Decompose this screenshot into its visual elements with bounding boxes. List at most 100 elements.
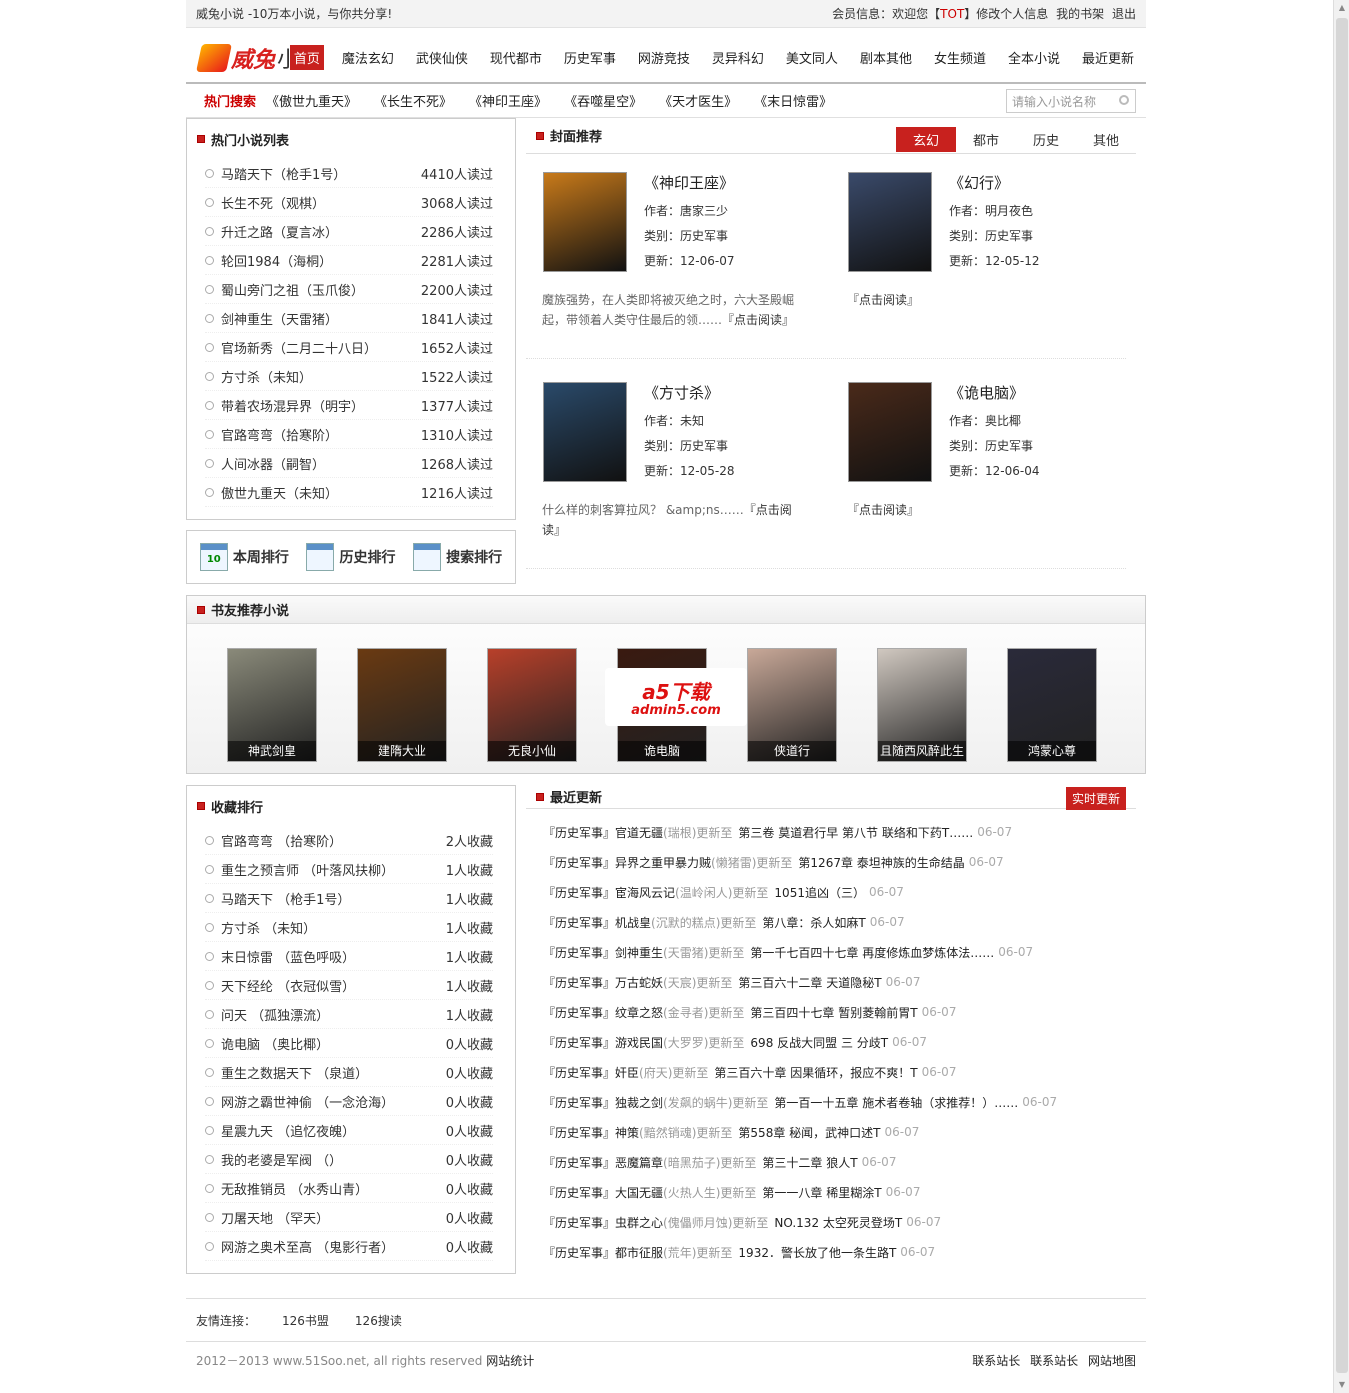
book-cover-image[interactable] [848,172,932,272]
book-title-link[interactable]: 长生不死（观棋） [205,193,325,212]
update-row[interactable]: 『历史军事』 奸臣 (府天) 更新至 第三百六十章 因果循环，报应不爽！T 06-07 [543,1057,1136,1087]
update-category[interactable]: 『历史军事』 [543,1214,615,1231]
list-item[interactable]: 方寸杀 （未知） 1人收藏 [205,913,493,942]
update-book-link[interactable]: 机战皇 [615,914,651,931]
nav-item[interactable]: 全本小说 [1004,45,1064,70]
list-item[interactable]: 无敌推销员 （水秀山青） 0人收藏 [205,1174,493,1203]
update-category[interactable]: 『历史军事』 [543,1064,615,1081]
book-title-link[interactable]: 刀屠天地 （罕天） [205,1208,329,1227]
book-title-link[interactable]: 《方寸杀》 [644,382,719,403]
list-item[interactable]: 星震九天 （追忆夜魄） 0人收藏 [205,1116,493,1145]
nav-item[interactable]: 灵异科幻 [708,45,768,70]
list-item[interactable]: 傲世九重天（未知） 1216人读过 [205,478,493,507]
update-book-link[interactable]: 剑神重生 [615,944,663,961]
update-chapter-link[interactable]: 第三百六十章 因果循环，报应不爽！T [714,1064,917,1081]
book-title-link[interactable]: 网游之霸世神偷 （一念沧海） [205,1092,394,1111]
book-title-link[interactable]: 马踏天下（枪手1号） [205,164,346,183]
book-title-link[interactable]: 剑神重生（天雷猪） [205,309,338,328]
list-item[interactable]: 我的老婆是军阀 （） 0人收藏 [205,1145,493,1174]
book-title-link[interactable]: 方寸杀（未知） [205,367,312,386]
update-book-link[interactable]: 都市征服 [615,1244,663,1261]
update-row[interactable]: 『历史军事』 纹章之怒 (金寻者) 更新至 第三百四十七章 暂别菱翰前胃T 06-07 [543,997,1136,1027]
list-item[interactable]: 天下经纶 （衣冠似雪） 1人收藏 [205,971,493,1000]
read-now-link[interactable]: 『点击阅读』 [847,293,919,307]
list-item[interactable]: 网游之奥术至高 （鬼影行者） 0人收藏 [205,1232,493,1261]
tab-dushi[interactable]: 都市 [956,127,1016,152]
update-row[interactable]: 『历史军事』 万古蛇妖 (天宸) 更新至 第三百六十二章 天道隐秘T 06-07 [543,967,1136,997]
nav-item[interactable]: 现代都市 [486,45,546,70]
hot-keyword[interactable]: 《天才医生》 [659,91,737,110]
nav-item[interactable]: 网游竞技 [634,45,694,70]
shelf-book[interactable]: 且随西风醉此生 [877,648,967,762]
update-row[interactable]: 『历史军事』 宦海风云记 (温岭闲人) 更新至 1051追凶（三） 06-07 [543,877,1136,907]
update-category[interactable]: 『历史军事』 [543,1124,615,1141]
nav-item-home[interactable]: 首页 [289,45,324,70]
footer-link[interactable]: 联系站长 [972,1354,1020,1368]
update-book-link[interactable]: 官道无疆 [615,824,663,841]
list-item[interactable]: 升迁之路（夏言冰） 2286人读过 [205,217,493,246]
update-row[interactable]: 『历史军事』 恶魔篇章 (暗黑茄子) 更新至 第三十二章 狼人T 06-07 [543,1147,1136,1177]
friend-link[interactable]: 126书盟 [282,1312,329,1329]
update-row[interactable]: 『历史军事』 官道无疆 (瑞根) 更新至 第三卷 莫道君行早 第八节 联络和下药T…… 0… [543,817,1136,847]
list-item[interactable]: 官路弯弯 （拾寒阶） 2人收藏 [205,826,493,855]
update-chapter-link[interactable]: 1932．警长放了他一条生路T [738,1244,896,1261]
update-category[interactable]: 『历史军事』 [543,1154,615,1171]
book-title-link[interactable]: 官路弯弯（拾寒阶） [205,425,338,444]
book-title-link[interactable]: 我的老婆是军阀 （） [205,1150,342,1169]
read-now-link[interactable]: 『点击阅读』 [722,313,794,327]
update-book-link[interactable]: 恶魔篇章 [615,1154,663,1171]
edit-profile-link[interactable]: 修改个人信息 [976,7,1048,21]
search-rank-button[interactable]: 搜索排行 [413,543,502,571]
book-title-link[interactable]: 星震九天 （追忆夜魄） [205,1121,355,1140]
update-chapter-link[interactable]: 第三百四十七章 暂别菱翰前胃T [750,1004,917,1021]
book-title-link[interactable]: 带着农场混异界（明宇） [205,396,364,415]
list-item[interactable]: 官路弯弯（拾寒阶） 1310人读过 [205,420,493,449]
update-chapter-link[interactable]: 第1267章 泰坦神族的生命结晶 [798,854,964,871]
list-item[interactable]: 诡电脑 （奥比椰） 0人收藏 [205,1029,493,1058]
book-title-link[interactable]: 末日惊雷 （蓝色呼吸） [205,947,355,966]
update-chapter-link[interactable]: 1051追凶（三） [774,884,865,901]
update-chapter-link[interactable]: 第三十二章 狼人T [762,1154,857,1171]
update-chapter-link[interactable]: 第八章：杀人如麻T [762,914,865,931]
update-row[interactable]: 『历史军事』 异界之重甲暴力贼 (懒猪雷) 更新至 第1267章 泰坦神族的生命结晶 06… [543,847,1136,877]
update-row[interactable]: 『历史军事』 机战皇 (沉默的糕点) 更新至 第八章：杀人如麻T 06-07 [543,907,1136,937]
stats-link[interactable]: 网站统计 [486,1354,534,1368]
shelf-book[interactable]: 建隋大业 [357,648,447,762]
book-title-link[interactable]: 人间冰器（嗣智） [205,454,325,473]
update-category[interactable]: 『历史军事』 [543,884,615,901]
book-title-link[interactable]: 无敌推销员 （水秀山青） [205,1179,368,1198]
list-item[interactable]: 网游之霸世神偷 （一念沧海） 0人收藏 [205,1087,493,1116]
book-title-link[interactable]: 诡电脑 （奥比椰） [205,1034,329,1053]
book-title-link[interactable]: 官路弯弯 （拾寒阶） [205,831,342,850]
book-title-link[interactable]: 网游之奥术至高 （鬼影行者） [205,1237,394,1256]
book-title-link[interactable]: 方寸杀 （未知） [205,918,316,937]
tab-xuanhuan[interactable]: 玄幻 [896,127,956,152]
book-title-link[interactable]: 轮回1984（海桐） [205,251,332,270]
nav-item[interactable]: 剧本其他 [856,45,916,70]
week-rank-button[interactable]: 10 本周排行 [199,543,289,571]
search-icon[interactable] [1119,95,1129,105]
update-category[interactable]: 『历史军事』 [543,824,615,841]
footer-link[interactable]: 联系站长 [1030,1354,1078,1368]
update-row[interactable]: 『历史军事』 独裁之剑 (发飙的蜗牛) 更新至 第一百一十五章 施术者卷轴（求推荐！）…… [543,1087,1136,1117]
update-category[interactable]: 『历史军事』 [543,854,615,871]
book-title-link[interactable]: 重生之数据天下 （泉道） [205,1063,368,1082]
book-title-link[interactable]: 傲世九重天（未知） [205,483,338,502]
update-book-link[interactable]: 大国无疆 [615,1184,663,1201]
update-category[interactable]: 『历史军事』 [543,1094,615,1111]
hot-keyword[interactable]: 《末日惊雷》 [754,91,832,110]
update-category[interactable]: 『历史军事』 [543,974,615,991]
update-book-link[interactable]: 独裁之剑 [615,1094,663,1111]
page-scrollbar[interactable]: ▲ ▼ [1333,0,1349,1393]
nav-item[interactable]: 女生频道 [930,45,990,70]
book-title-link[interactable]: 天下经纶 （衣冠似雪） [205,976,355,995]
update-chapter-link[interactable]: 698 反战大同盟 三 分歧T [750,1034,888,1051]
book-title-link[interactable]: 问天 （孤独漂流） [205,1005,329,1024]
hot-keyword[interactable]: 《长生不死》 [374,91,452,110]
book-title-link[interactable]: 马踏天下 （枪手1号） [205,889,350,908]
update-book-link[interactable]: 万古蛇妖 [615,974,663,991]
read-now-link[interactable]: 『点击阅读』 [847,503,919,517]
my-shelf-link[interactable]: 我的书架 [1056,7,1104,21]
update-row[interactable]: 『历史军事』 虫群之心 (傀儡师月蚀) 更新至 NO.132 太空死灵登场T 06-07 [543,1207,1136,1237]
username-link[interactable]: TOT [940,7,964,21]
